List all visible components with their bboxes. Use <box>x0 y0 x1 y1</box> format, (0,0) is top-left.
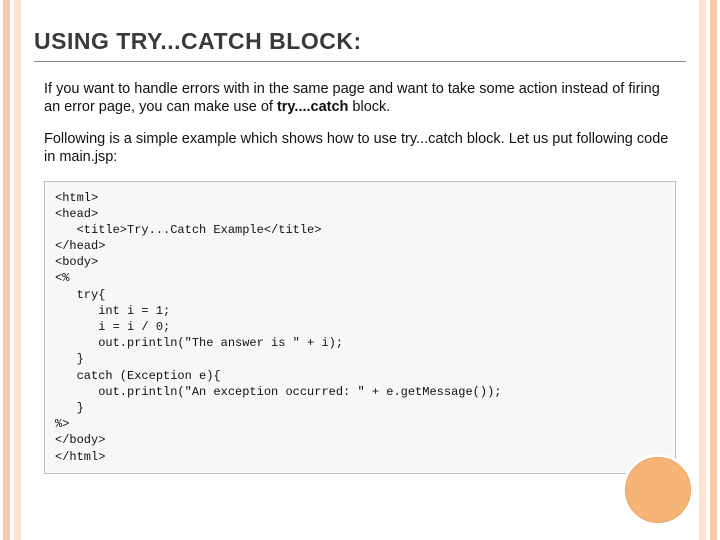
intro-bold: try....catch <box>277 99 348 115</box>
code-block: <html> <head> <title>Try...Catch Example… <box>44 181 676 474</box>
example-paragraph: Following is a simple example which show… <box>44 130 676 166</box>
slide: USING TRY...CATCH BLOCK: If you want to … <box>0 0 720 540</box>
accent-bar-right-inner <box>699 0 706 540</box>
accent-bar-left-inner <box>14 0 21 540</box>
accent-bar-right-outer <box>710 0 717 540</box>
intro-text-2: block. <box>348 99 390 115</box>
slide-title: USING TRY...CATCH BLOCK: <box>34 28 686 62</box>
decorative-circle-icon <box>622 454 694 526</box>
content-area: USING TRY...CATCH BLOCK: If you want to … <box>34 28 686 520</box>
accent-bar-left-outer <box>3 0 10 540</box>
intro-paragraph: If you want to handle errors with in the… <box>44 80 676 116</box>
